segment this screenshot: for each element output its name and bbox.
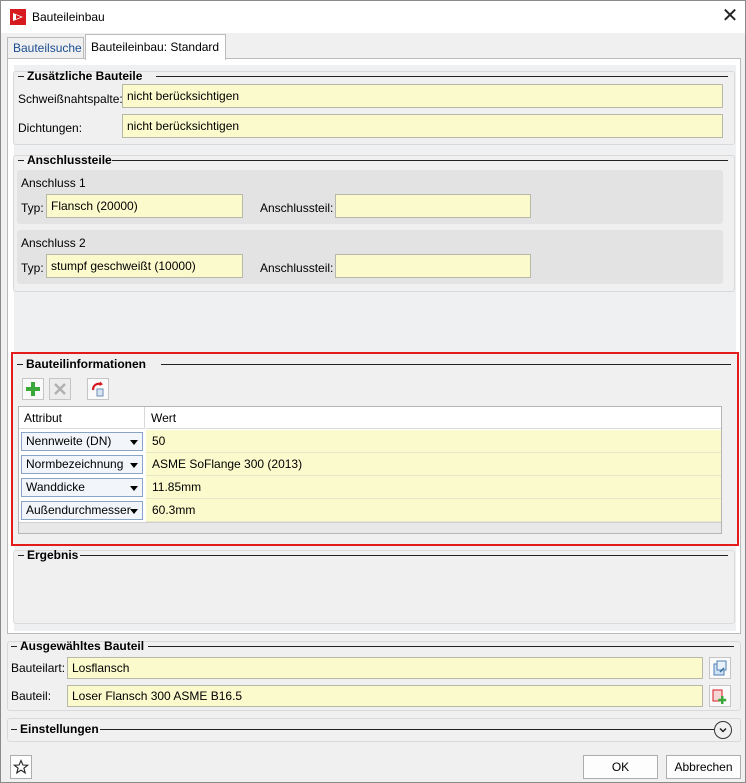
anschluss-1-title: Anschluss 1 xyxy=(21,176,86,190)
dichtungen-label: Dichtungen: xyxy=(18,121,83,135)
attribut-dropdown[interactable]: Nennweite (DN) xyxy=(21,432,143,451)
anschluss-1-teil-field[interactable] xyxy=(335,194,531,218)
bauteilart-label: Bauteilart: xyxy=(11,661,66,675)
expand-chevron-icon[interactable] xyxy=(714,721,732,739)
chevron-down-icon xyxy=(130,440,138,445)
group-ergebnis: Ergebnis xyxy=(13,548,735,624)
group-title: Anschlussteile xyxy=(27,153,112,167)
anschluss-2-typ-field[interactable]: stumpf geschweißt (10000) xyxy=(46,254,243,278)
attribut-value: Wanddicke xyxy=(26,480,85,494)
anschluss-2-teil-label: Anschlussteil: xyxy=(260,261,334,275)
attribut-value: Nennweite (DN) xyxy=(26,434,112,448)
group-header: Ausgewähltes Bauteil xyxy=(8,639,734,654)
anschluss-1-typ-field[interactable]: Flansch (20000) xyxy=(46,194,243,218)
anschluss-1-panel: Anschluss 1 Typ: Flansch (20000) Anschlu… xyxy=(17,170,723,224)
favorite-button[interactable] xyxy=(10,755,32,779)
group-zusaetzliche-bauteile: Zusätzliche Bauteile Schweißnahtspalte: … xyxy=(13,69,735,145)
add-row-button[interactable] xyxy=(22,378,44,400)
attribut-value: Außendurchmesser xyxy=(26,503,131,517)
group-title: Ergebnis xyxy=(27,548,79,562)
anschluss-2-title: Anschluss 2 xyxy=(21,236,86,250)
anschluss-2-panel: Anschluss 2 Typ: stumpf geschweißt (1000… xyxy=(17,230,723,284)
attribut-value: Normbezeichnung xyxy=(26,457,124,471)
attribute-table: Attribut Wert Nennweite (DN) 50 Normbeze… xyxy=(18,406,722,534)
group-ausgewaehltes-bauteil: Ausgewähltes Bauteil Bauteilart: Losflan… xyxy=(7,639,741,711)
schweissnahtspalte-field[interactable]: nicht berücksichtigen xyxy=(122,84,723,108)
app-logo-icon xyxy=(10,9,26,25)
bauteil-label: Bauteil: xyxy=(11,689,52,703)
attribut-dropdown[interactable]: Wanddicke xyxy=(21,478,143,497)
reset-attributes-button[interactable] xyxy=(87,378,109,400)
star-icon xyxy=(12,759,30,775)
bauteil-add-button[interactable] xyxy=(709,685,731,707)
wert-cell[interactable]: 11.85mm xyxy=(146,476,721,499)
window-title: Bauteileinbau xyxy=(32,10,105,24)
chevron-down-icon xyxy=(130,486,138,491)
delete-row-button[interactable] xyxy=(49,378,71,400)
group-header: Zusätzliche Bauteile xyxy=(14,69,728,84)
anschluss-1-typ-label: Typ: xyxy=(21,201,44,215)
group-title: Zusätzliche Bauteile xyxy=(27,69,143,83)
tab-bauteileinbau-standard[interactable]: Bauteileinbau: Standard xyxy=(85,34,226,60)
group-einstellungen[interactable]: Einstellungen xyxy=(7,718,741,742)
table-footer xyxy=(19,522,721,533)
chevron-down-icon xyxy=(130,509,138,514)
attribut-dropdown[interactable]: Außendurchmesser xyxy=(21,501,143,520)
group-anschlussteile: Anschlussteile Anschluss 1 Typ: Flansch … xyxy=(13,153,735,292)
anschluss-2-typ-label: Typ: xyxy=(21,261,44,275)
chevron-down-icon xyxy=(130,463,138,468)
group-title: Einstellungen xyxy=(20,722,99,736)
schweissnahtspalte-label: Schweißnahtspalte: xyxy=(18,92,123,106)
table-row: Außendurchmesser 60.3mm xyxy=(19,499,721,522)
add-icon xyxy=(26,382,40,396)
column-header-attribut[interactable]: Attribut xyxy=(19,407,145,429)
catalog-icon xyxy=(713,660,727,676)
tab-content xyxy=(14,65,736,631)
group-header: Anschlussteile xyxy=(14,153,728,168)
anschluss-2-teil-field[interactable] xyxy=(335,254,531,278)
anschluss-1-teil-label: Anschlussteil: xyxy=(260,201,334,215)
attribut-dropdown[interactable]: Normbezeichnung xyxy=(21,455,143,474)
wert-cell[interactable]: ASME SoFlange 300 (2013) xyxy=(146,453,721,476)
table-row: Normbezeichnung ASME SoFlange 300 (2013) xyxy=(19,453,721,476)
table-row: Nennweite (DN) 50 xyxy=(19,430,721,453)
table-row: Wanddicke 11.85mm xyxy=(19,476,721,499)
ok-button[interactable]: OK xyxy=(583,755,658,779)
delete-icon xyxy=(54,383,66,395)
reset-icon xyxy=(91,381,104,397)
bauteil-field[interactable]: Loser Flansch 300 ASME B16.5 xyxy=(67,685,703,707)
dichtungen-field[interactable]: nicht berücksichtigen xyxy=(122,114,723,138)
group-title: Ausgewähltes Bauteil xyxy=(20,639,145,653)
bauteilart-catalog-button[interactable] xyxy=(709,657,731,679)
group-header: Einstellungen xyxy=(8,722,714,737)
wert-cell[interactable]: 60.3mm xyxy=(146,499,721,522)
tab-bauteilsuche[interactable]: Bauteilsuche xyxy=(7,37,84,59)
close-icon[interactable]: ✕ xyxy=(717,4,743,30)
group-header: Ergebnis xyxy=(14,548,728,563)
wert-cell[interactable]: 50 xyxy=(146,430,721,453)
dialog-window: Bauteileinbau ✕ Bauteilsuche Bauteileinb… xyxy=(0,0,746,783)
bauteilart-field[interactable]: Losflansch xyxy=(67,657,703,679)
column-header-wert[interactable]: Wert xyxy=(146,407,721,429)
cancel-button[interactable]: Abbrechen xyxy=(666,755,741,779)
title-bar: Bauteileinbau ✕ xyxy=(1,1,745,33)
add-part-icon xyxy=(712,689,727,704)
